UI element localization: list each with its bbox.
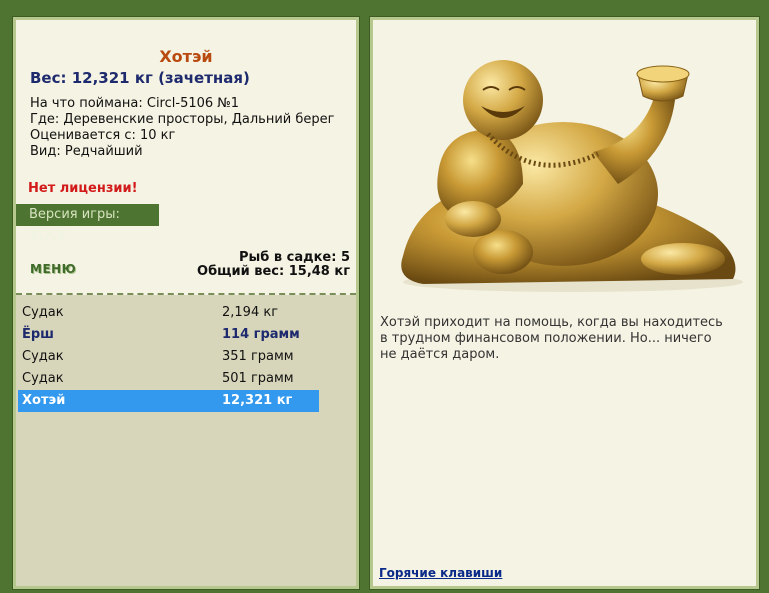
version-label: Версия игры: (29, 207, 120, 222)
fish-name-title: Хотэй (159, 47, 213, 66)
catch-fish-weight: 501 грамм (222, 371, 294, 386)
catch-fish-name: Судак (22, 371, 64, 386)
fish-description: Хотэй приходит на помощь, когда вы наход… (380, 315, 723, 362)
catch-row[interactable]: Ёрш 114 грамм (18, 324, 319, 346)
version-badge: Версия игры: 3.7.6 (16, 204, 159, 244)
catch-fish-weight: 351 грамм (222, 349, 294, 364)
version-value: 3.7.6 (29, 229, 67, 244)
menu-button[interactable]: МЕНЮ (30, 262, 76, 276)
keepnet-count: Рыб в садке: 5 (238, 250, 350, 265)
catch-fish-name: Ёрш (22, 327, 54, 342)
catch-fish-name: Судак (22, 305, 64, 320)
catch-fish-name: Судак (22, 349, 64, 364)
catch-row[interactable]: Судак 501 грамм (18, 368, 319, 390)
bait-info: На что поймана: Circl-5106 №1 (30, 96, 240, 111)
rating-info: Оценивается с: 10 кг (30, 128, 176, 143)
catch-row[interactable]: Судак 351 грамм (18, 346, 319, 368)
rarity-info: Вид: Редчайший (30, 144, 143, 159)
license-warning: Нет лицензии! (28, 181, 138, 196)
catch-row[interactable]: Судак 2,194 кг (18, 302, 319, 324)
catch-fish-weight: 12,321 кг (222, 393, 293, 408)
catch-fish-weight: 114 грамм (222, 327, 300, 342)
catch-fish-name: Хотэй (22, 393, 66, 408)
fish-detail-panel: Хотэй приходит на помощь, когда вы наход… (369, 16, 760, 590)
hotei-statue-image (401, 60, 743, 292)
keepnet-summary: Рыб в садке: 5 Общий вес: 15,48 кг (197, 251, 350, 279)
catch-list: Судак 2,194 кг Ёрш 114 грамм Судак 351 г… (16, 295, 356, 586)
fish-info-panel: Хотэй Вес: 12,321 кг (зачетная) На что п… (12, 16, 360, 590)
catch-fish-weight: 2,194 кг (222, 305, 279, 320)
location-info: Где: Деревенские просторы, Дальний берег (30, 112, 335, 127)
hotkeys-link[interactable]: Горячие клавиши (379, 566, 502, 580)
fish-weight: Вес: 12,321 кг (зачетная) (30, 69, 250, 87)
keepnet-total-weight: Общий вес: 15,48 кг (197, 264, 350, 279)
catch-row-selected[interactable]: Хотэй 12,321 кг (18, 390, 319, 412)
